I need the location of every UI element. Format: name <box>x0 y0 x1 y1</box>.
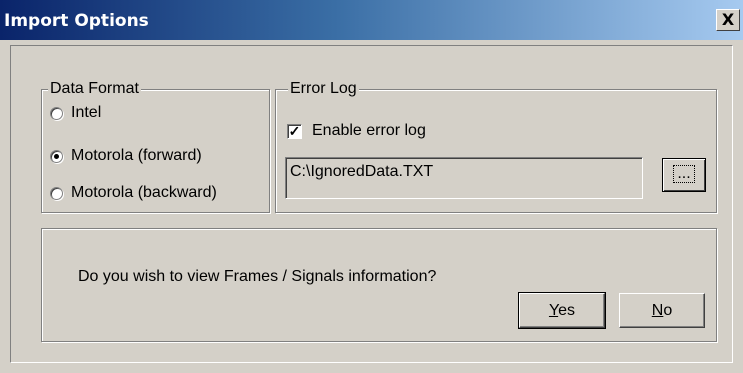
radio-motorola-forward[interactable]: Motorola (forward) <box>50 147 202 165</box>
radio-motorola-forward-label: Motorola (forward) <box>71 147 202 164</box>
error-log-group: Error Log ✓ Enable error log C:\IgnoredD… <box>275 80 717 213</box>
close-button[interactable]: X <box>716 9 740 31</box>
browse-button[interactable]: ... <box>662 158 706 192</box>
enable-error-log-checkbox-row[interactable]: ✓ Enable error log <box>287 122 426 140</box>
radio-intel-label: Intel <box>71 104 102 121</box>
prompt-group: Do you wish to view Frames / Signals inf… <box>41 228 717 342</box>
close-icon: X <box>721 10 735 29</box>
no-button[interactable]: No <box>619 293 705 328</box>
error-log-path-field[interactable]: C:\IgnoredData.TXT <box>285 157 643 199</box>
data-format-group: Data Format Intel Motorola (forward) Mot… <box>41 80 270 213</box>
check-mark-icon: ✓ <box>288 122 301 139</box>
radio-motorola-forward-button[interactable] <box>50 149 63 163</box>
radio-intel[interactable]: Intel <box>50 104 101 122</box>
yes-mnemonic: Y <box>548 302 559 319</box>
radio-motorola-backward-label: Motorola (backward) <box>71 184 217 201</box>
data-format-legend: Data Format <box>48 80 141 98</box>
radio-motorola-backward-button[interactable] <box>50 186 63 200</box>
radio-intel-button[interactable] <box>50 106 63 120</box>
title-bar[interactable]: Import Options X <box>0 0 743 40</box>
error-log-legend: Error Log <box>288 80 359 98</box>
enable-error-log-label: Enable error log <box>312 122 426 139</box>
yes-label-rest: es <box>558 302 576 319</box>
dialog-body: Data Format Intel Motorola (forward) Mot… <box>9 44 734 364</box>
enable-error-log-checkbox[interactable]: ✓ <box>287 122 302 139</box>
browse-button-label: ... <box>673 165 695 183</box>
yes-button[interactable]: Yes <box>518 292 606 329</box>
prompt-question: Do you wish to view Frames / Signals inf… <box>78 268 437 285</box>
no-label-rest: o <box>663 302 673 319</box>
no-mnemonic: N <box>651 302 664 319</box>
radio-motorola-backward[interactable]: Motorola (backward) <box>50 184 217 202</box>
window-title: Import Options <box>4 11 149 31</box>
